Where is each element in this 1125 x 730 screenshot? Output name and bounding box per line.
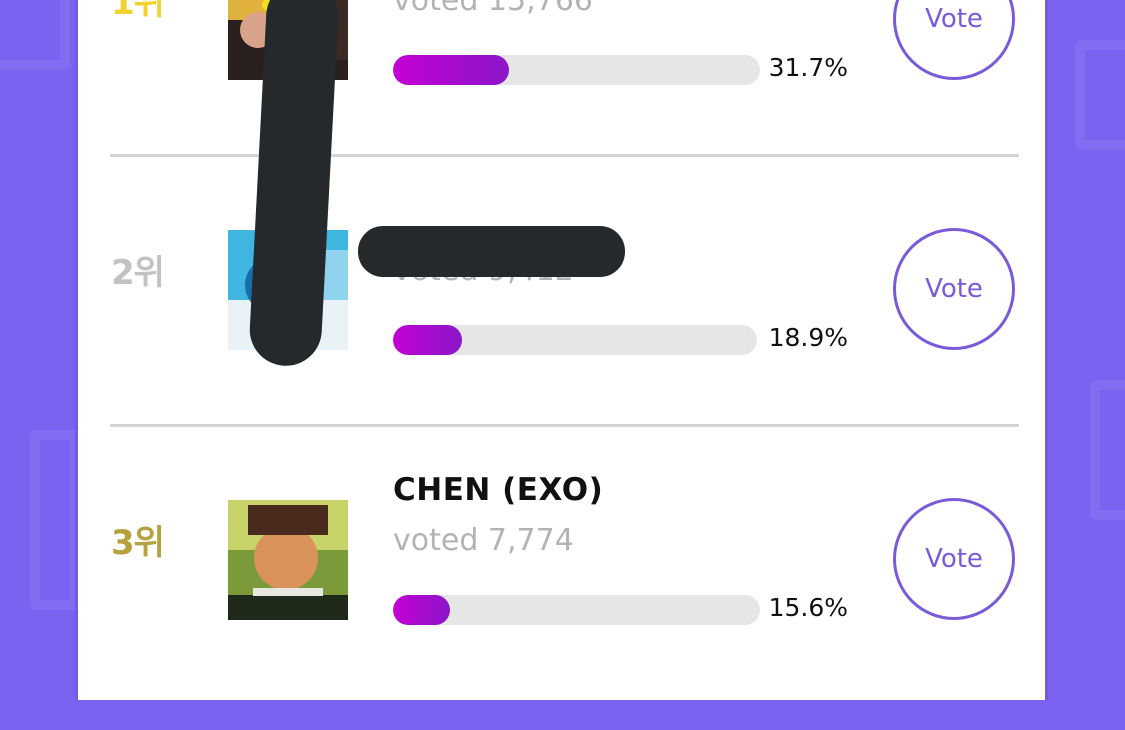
background-pattern: [0, 0, 70, 70]
background-pattern: [1075, 40, 1125, 150]
rank-label: 1위: [111, 0, 165, 23]
vote-button[interactable]: Vote: [893, 0, 1015, 80]
vote-count: voted 7,774: [393, 523, 574, 558]
ranking-card: 1위 voted 15,766 31.7% Vote 2위 18.9% Vote…: [75, 0, 1048, 700]
redaction-stroke-horizontal: [358, 226, 625, 277]
vote-percentage: 31.7%: [768, 53, 848, 82]
vote-progress-bar: [393, 325, 757, 355]
vote-percentage: 15.6%: [768, 593, 848, 622]
vote-count: voted 15,766: [393, 0, 593, 18]
background-pattern: [1090, 380, 1125, 520]
row-divider: [110, 154, 1019, 157]
background-pattern: [30, 430, 80, 610]
vote-percentage: 18.9%: [768, 323, 848, 352]
vote-button[interactable]: Vote: [893, 228, 1015, 350]
rank-label: 2위: [111, 253, 165, 293]
ranking-row-3: 3위 CHEN (EXO) voted 7,774 15.6% Vote: [78, 460, 1045, 730]
row-divider: [110, 424, 1019, 427]
vote-progress-fill: [393, 595, 451, 625]
rank-label: 3위: [111, 523, 165, 563]
vote-button[interactable]: Vote: [893, 498, 1015, 620]
vote-progress-fill: [393, 325, 462, 355]
vote-progress-bar: [393, 595, 760, 625]
ranking-row-1: 1위 voted 15,766 31.7% Vote: [78, 0, 1045, 190]
artist-photo: [228, 500, 348, 620]
vote-progress-fill: [393, 55, 510, 85]
vote-progress-bar: [393, 55, 760, 85]
artist-thumbnail: [228, 500, 348, 620]
artist-name: CHEN (EXO): [393, 472, 604, 508]
